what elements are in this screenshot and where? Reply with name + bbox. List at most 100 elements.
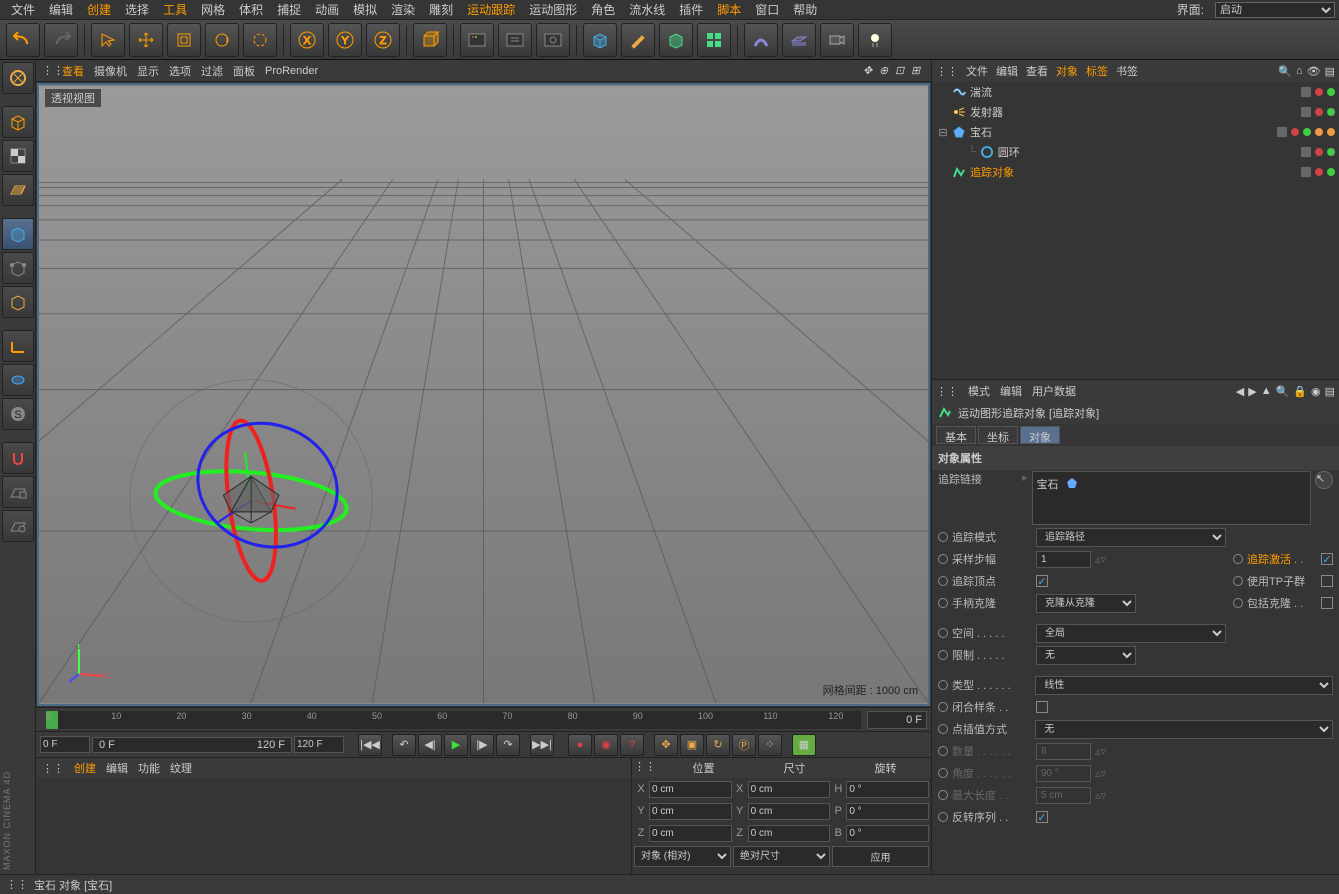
prop-checkbox[interactable]	[1036, 701, 1048, 713]
am-menu-icon[interactable]: ▤	[1325, 385, 1335, 398]
pos-y-field[interactable]	[649, 803, 732, 820]
light-button[interactable]	[858, 23, 892, 57]
tweak-button[interactable]: S	[2, 398, 34, 430]
grip-icon[interactable]: ⋮⋮	[632, 758, 658, 778]
menu-anim[interactable]: 动画	[308, 1, 346, 18]
om-file[interactable]: 文件	[966, 63, 988, 79]
subdiv-button[interactable]	[659, 23, 693, 57]
editor-vis-toggle[interactable]	[1315, 148, 1323, 156]
render-pv-button[interactable]	[498, 23, 532, 57]
timeline-ruler[interactable]: 0 10 20 30 40 50 60 70 80 90 100 110 120…	[36, 707, 931, 731]
last-tool-button[interactable]	[243, 23, 277, 57]
anim-dot[interactable]	[938, 812, 948, 822]
prop-select[interactable]: 无	[1036, 646, 1136, 665]
menu-sim[interactable]: 模拟	[346, 1, 384, 18]
am-edit[interactable]: 编辑	[1000, 383, 1022, 399]
bend-button[interactable]	[744, 23, 778, 57]
soft-sel-button[interactable]	[2, 364, 34, 396]
am-fwd-icon[interactable]: ▶	[1248, 385, 1256, 398]
x-axis-button[interactable]: X	[290, 23, 324, 57]
editor-vis-toggle[interactable]	[1315, 88, 1323, 96]
size-x-field[interactable]	[748, 781, 831, 798]
goto-end-button[interactable]: ▶▶|	[530, 734, 554, 756]
menu-window[interactable]: 窗口	[748, 1, 786, 18]
array-button[interactable]	[697, 23, 731, 57]
undo-button[interactable]	[6, 23, 40, 57]
render-vis-toggle[interactable]	[1327, 168, 1335, 176]
floor-button[interactable]	[782, 23, 816, 57]
am-new-icon[interactable]: ◉	[1311, 385, 1321, 398]
vp-nav1-icon[interactable]: ✥	[863, 64, 877, 78]
prev-key-button[interactable]: ↶	[392, 734, 416, 756]
anim-dot[interactable]	[938, 702, 948, 712]
om-eye-icon[interactable]: 👁	[1307, 65, 1321, 78]
picker-button[interactable]: ↖	[1315, 471, 1333, 489]
prev-frame-button[interactable]: ◀|	[418, 734, 442, 756]
prop-input[interactable]	[1036, 551, 1091, 568]
anim-dot[interactable]	[938, 790, 948, 800]
editor-vis-toggle[interactable]	[1291, 128, 1299, 136]
prop-checkbox[interactable]: ✓	[1036, 575, 1048, 587]
camera-button[interactable]	[820, 23, 854, 57]
layer-toggle[interactable]	[1301, 107, 1311, 117]
pen-tool-button[interactable]	[621, 23, 655, 57]
prop-checkbox[interactable]: ✓	[1036, 811, 1048, 823]
vp-nav4-icon[interactable]: ⊞	[911, 64, 925, 78]
subtab-basic[interactable]: 基本	[936, 426, 976, 444]
redo-button[interactable]	[44, 23, 78, 57]
grip-icon[interactable]: ⋮⋮	[42, 64, 52, 77]
start-frame-field[interactable]	[40, 736, 90, 753]
subtab-coord[interactable]: 坐标	[978, 426, 1018, 444]
coord-size-select[interactable]: 绝对尺寸	[733, 846, 830, 867]
anim-dot[interactable]	[938, 724, 948, 734]
menu-file[interactable]: 文件	[4, 1, 42, 18]
vp-panel[interactable]: 面板	[233, 63, 255, 79]
layer-toggle[interactable]	[1301, 147, 1311, 157]
menu-pipeline[interactable]: 流水线	[622, 1, 672, 18]
menu-motrack[interactable]: 运动跟踪	[460, 1, 522, 18]
om-view[interactable]: 查看	[1026, 63, 1048, 79]
menu-volume[interactable]: 体积	[232, 1, 270, 18]
coord-sys-button[interactable]	[413, 23, 447, 57]
anim-dot[interactable]	[938, 768, 948, 778]
layer-toggle[interactable]	[1301, 167, 1311, 177]
rot-p-field[interactable]	[846, 803, 929, 820]
viewport[interactable]: 透视视图 X Y 网格间距 : 1000 cm	[37, 83, 930, 706]
om-tags[interactable]: 标签	[1086, 63, 1108, 79]
menu-edit[interactable]: 编辑	[42, 1, 80, 18]
am-lock-icon[interactable]: 🔒	[1293, 385, 1307, 398]
om-object[interactable]: 对象	[1056, 63, 1078, 79]
next-frame-button[interactable]: |▶	[470, 734, 494, 756]
key-pla-button[interactable]: ⁘	[758, 734, 782, 756]
am-back-icon[interactable]: ◀	[1236, 385, 1244, 398]
menu-help[interactable]: 帮助	[786, 1, 824, 18]
key-scale-button[interactable]: ▣	[680, 734, 704, 756]
vp-filter[interactable]: 过滤	[201, 63, 223, 79]
key-param-button[interactable]: Ⓟ	[732, 734, 756, 756]
key-pos-button[interactable]: ✥	[654, 734, 678, 756]
mat-func[interactable]: 功能	[138, 760, 160, 776]
range-slider[interactable]: 0 F120 F	[92, 737, 292, 753]
move-button[interactable]	[129, 23, 163, 57]
menu-select[interactable]: 选择	[118, 1, 156, 18]
prop-select[interactable]: 线性	[1035, 676, 1333, 695]
size-z-field[interactable]	[748, 825, 831, 842]
om-menu-icon[interactable]: ▤	[1325, 65, 1335, 78]
editor-vis-toggle[interactable]	[1315, 168, 1323, 176]
tree-item-发射器[interactable]: 发射器	[932, 102, 1339, 122]
anim-dot[interactable]	[938, 554, 948, 564]
vp-camera[interactable]: 摄像机	[94, 63, 127, 79]
tree-item-湍流[interactable]: 湍流	[932, 82, 1339, 102]
anim-dot[interactable]	[1233, 576, 1243, 586]
grip-icon[interactable]: ⋮⋮	[936, 385, 958, 398]
coord-space-select[interactable]: 对象 (相对)	[634, 846, 731, 867]
rot-b-field[interactable]	[846, 825, 929, 842]
anim-dot[interactable]	[938, 680, 948, 690]
menu-snap[interactable]: 捕捉	[270, 1, 308, 18]
grip-icon[interactable]: ⋮⋮	[936, 65, 958, 78]
grip-icon[interactable]: ⋮⋮	[42, 762, 64, 775]
rotate-button[interactable]	[205, 23, 239, 57]
menu-sculpt[interactable]: 雕刻	[422, 1, 460, 18]
pos-x-field[interactable]	[649, 781, 732, 798]
end-frame-field[interactable]	[294, 736, 344, 753]
